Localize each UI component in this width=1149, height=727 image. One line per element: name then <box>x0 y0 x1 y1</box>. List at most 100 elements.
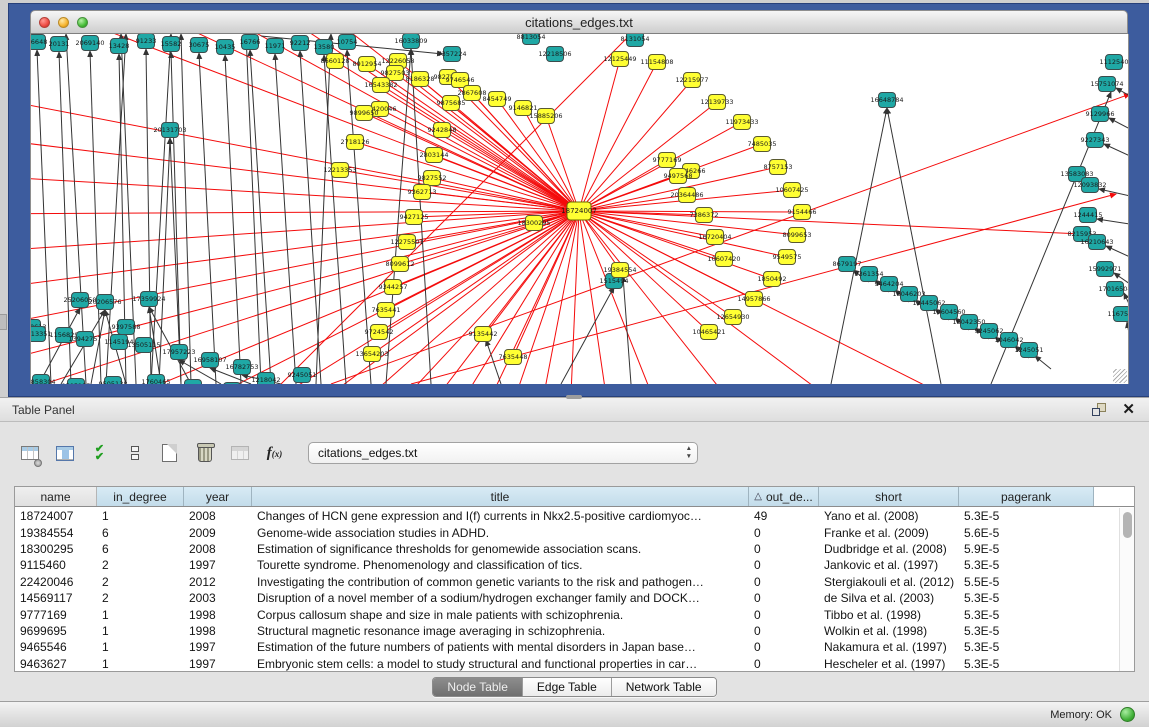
table-cell[interactable]: 49 <box>749 509 819 523</box>
network-canvas[interactable]: 1664820131206914013428912331558230675104… <box>30 34 1129 384</box>
tab-node-table[interactable]: Node Table <box>433 678 523 696</box>
table-cell[interactable]: Stergiakouli et al. (2012) <box>819 575 959 589</box>
table-cell[interactable]: 1 <box>97 608 184 622</box>
table-cell[interactable]: 5.9E-5 <box>959 542 1094 556</box>
table-row[interactable]: 1872400712008Changes of HCN gene express… <box>15 508 1119 524</box>
table-cell[interactable]: 0 <box>749 657 819 671</box>
delete-table-button[interactable] <box>191 440 218 467</box>
table-cell[interactable]: Changes of HCN gene expression and I(f) … <box>252 509 749 523</box>
table-cell[interactable]: 2009 <box>184 526 252 540</box>
table-cell[interactable]: 18724007 <box>15 509 97 523</box>
table-cell[interactable]: Genome-wide association studies in ADHD. <box>252 526 749 540</box>
table-cell[interactable]: Estimation of the future numbers of pati… <box>252 640 749 654</box>
table-cell[interactable]: Dudbridge et al. (2008) <box>819 542 959 556</box>
column-visibility-button[interactable] <box>51 440 78 467</box>
table-cell[interactable]: Wolkin et al. (1998) <box>819 624 959 638</box>
table-cell[interactable]: Corpus callosum shape and size in male p… <box>252 608 749 622</box>
table-cell[interactable]: Estimation of significance thresholds fo… <box>252 542 749 556</box>
table-cell[interactable]: 18300295 <box>15 542 97 556</box>
table-cell[interactable]: 5.5E-5 <box>959 575 1094 589</box>
network-graph[interactable]: 1664820131206914013428912331558230675104… <box>31 34 1129 384</box>
table-selector-dropdown[interactable]: citations_edges.txt ▲▼ <box>308 442 698 464</box>
table-cell[interactable]: 6 <box>97 526 184 540</box>
column-header-short[interactable]: short <box>819 487 959 506</box>
table-cell[interactable]: 1 <box>97 640 184 654</box>
table-cell[interactable]: 5.3E-5 <box>959 509 1094 523</box>
table-row[interactable]: 1456911722003Disruption of a novel membe… <box>15 590 1119 606</box>
table-cell[interactable]: 1998 <box>184 624 252 638</box>
table-cell[interactable]: 5.6E-5 <box>959 526 1094 540</box>
resize-grip[interactable] <box>1113 369 1127 383</box>
graph-node[interactable] <box>224 383 241 385</box>
table-cell[interactable]: Embryonic stem cells: a model to study s… <box>252 657 749 671</box>
table-cell[interactable]: 1 <box>97 624 184 638</box>
table-cell[interactable]: 2 <box>97 575 184 589</box>
table-cell[interactable]: 0 <box>749 575 819 589</box>
table-cell[interactable]: 0 <box>749 608 819 622</box>
table-row[interactable]: 2242004622012Investigating the contribut… <box>15 574 1119 590</box>
tab-network-table[interactable]: Network Table <box>612 678 716 696</box>
column-header-out_de[interactable]: △out_de... <box>749 487 819 506</box>
table-cell[interactable]: 5.3E-5 <box>959 624 1094 638</box>
table-cell[interactable]: 0 <box>749 558 819 572</box>
table-cell[interactable]: Tourette syndrome. Phenomenology and cla… <box>252 558 749 572</box>
table-row[interactable]: 911546021997Tourette syndrome. Phenomeno… <box>15 557 1119 573</box>
table-cell[interactable]: 9115460 <box>15 558 97 572</box>
table-cell[interactable]: Jankovic et al. (1997) <box>819 558 959 572</box>
vertical-scrollbar[interactable] <box>1119 508 1134 671</box>
table-cell[interactable]: Investigating the contribution of common… <box>252 575 749 589</box>
column-header-in_degree[interactable]: in_degree <box>97 487 184 506</box>
table-cell[interactable]: 2012 <box>184 575 252 589</box>
table-cell[interactable]: 1997 <box>184 558 252 572</box>
table-cell[interactable]: 2 <box>97 591 184 605</box>
table-cell[interactable]: 9465546 <box>15 640 97 654</box>
table-row[interactable]: 946554611997Estimation of the future num… <box>15 639 1119 655</box>
column-header-pagerank[interactable]: pagerank <box>959 487 1094 506</box>
table-cell[interactable]: 5.3E-5 <box>959 640 1094 654</box>
column-header-name[interactable]: name <box>15 487 97 506</box>
table-cell[interactable]: Yano et al. (2008) <box>819 509 959 523</box>
table-cell[interactable]: 1 <box>97 509 184 523</box>
table-cell[interactable]: Structural magnetic resonance image aver… <box>252 624 749 638</box>
table-cell[interactable]: 2003 <box>184 591 252 605</box>
table-cell[interactable]: Hescheler et al. (1997) <box>819 657 959 671</box>
table-cell[interactable]: Franke et al. (2009) <box>819 526 959 540</box>
table-cell[interactable]: 0 <box>749 542 819 556</box>
table-cell[interactable]: 1997 <box>184 657 252 671</box>
table-cell[interactable]: 5.3E-5 <box>959 558 1094 572</box>
table-cell[interactable]: Disruption of a novel member of a sodium… <box>252 591 749 605</box>
close-panel-icon[interactable]: ✕ <box>1122 402 1135 417</box>
table-cell[interactable]: 2 <box>97 558 184 572</box>
table-cell[interactable]: 22420046 <box>15 575 97 589</box>
tab-edge-table[interactable]: Edge Table <box>523 678 612 696</box>
float-panel-icon[interactable] <box>1092 403 1106 416</box>
table-settings-button[interactable] <box>16 440 43 467</box>
table-row[interactable]: 1830029562008Estimation of significance … <box>15 541 1119 557</box>
scrollbar-thumb[interactable] <box>1123 512 1132 538</box>
table-cell[interactable]: 14569117 <box>15 591 97 605</box>
table-cell[interactable]: 1997 <box>184 640 252 654</box>
table-cell[interactable]: 0 <box>749 640 819 654</box>
table-row[interactable]: 977716911998Corpus callosum shape and si… <box>15 606 1119 622</box>
table-cell[interactable]: 0 <box>749 591 819 605</box>
table-cell[interactable]: 5.3E-5 <box>959 657 1094 671</box>
table-row[interactable]: 1938455462009Genome-wide association stu… <box>15 524 1119 540</box>
table-cell[interactable]: 5.3E-5 <box>959 608 1094 622</box>
table-cell[interactable]: Nakamura et al. (1997) <box>819 640 959 654</box>
row-height-button[interactable] <box>121 440 148 467</box>
table-cell[interactable]: 1998 <box>184 608 252 622</box>
table-cell[interactable]: 0 <box>749 526 819 540</box>
table-cell[interactable]: 0 <box>749 624 819 638</box>
split-pane-handle[interactable] <box>566 395 582 399</box>
table-row[interactable]: 969969511998Structural magnetic resonanc… <box>15 623 1119 639</box>
table-row[interactable]: 946362711997Embryonic stem cells: a mode… <box>15 656 1119 671</box>
table-cell[interactable]: 9463627 <box>15 657 97 671</box>
column-header-title[interactable]: title <box>252 487 749 506</box>
import-table-button[interactable] <box>226 440 253 467</box>
new-table-button[interactable] <box>156 440 183 467</box>
column-header-year[interactable]: year <box>184 487 252 506</box>
table-cell[interactable]: de Silva et al. (2003) <box>819 591 959 605</box>
table-cell[interactable]: 2008 <box>184 542 252 556</box>
table-cell[interactable]: 2008 <box>184 509 252 523</box>
table-cell[interactable]: 9777169 <box>15 608 97 622</box>
